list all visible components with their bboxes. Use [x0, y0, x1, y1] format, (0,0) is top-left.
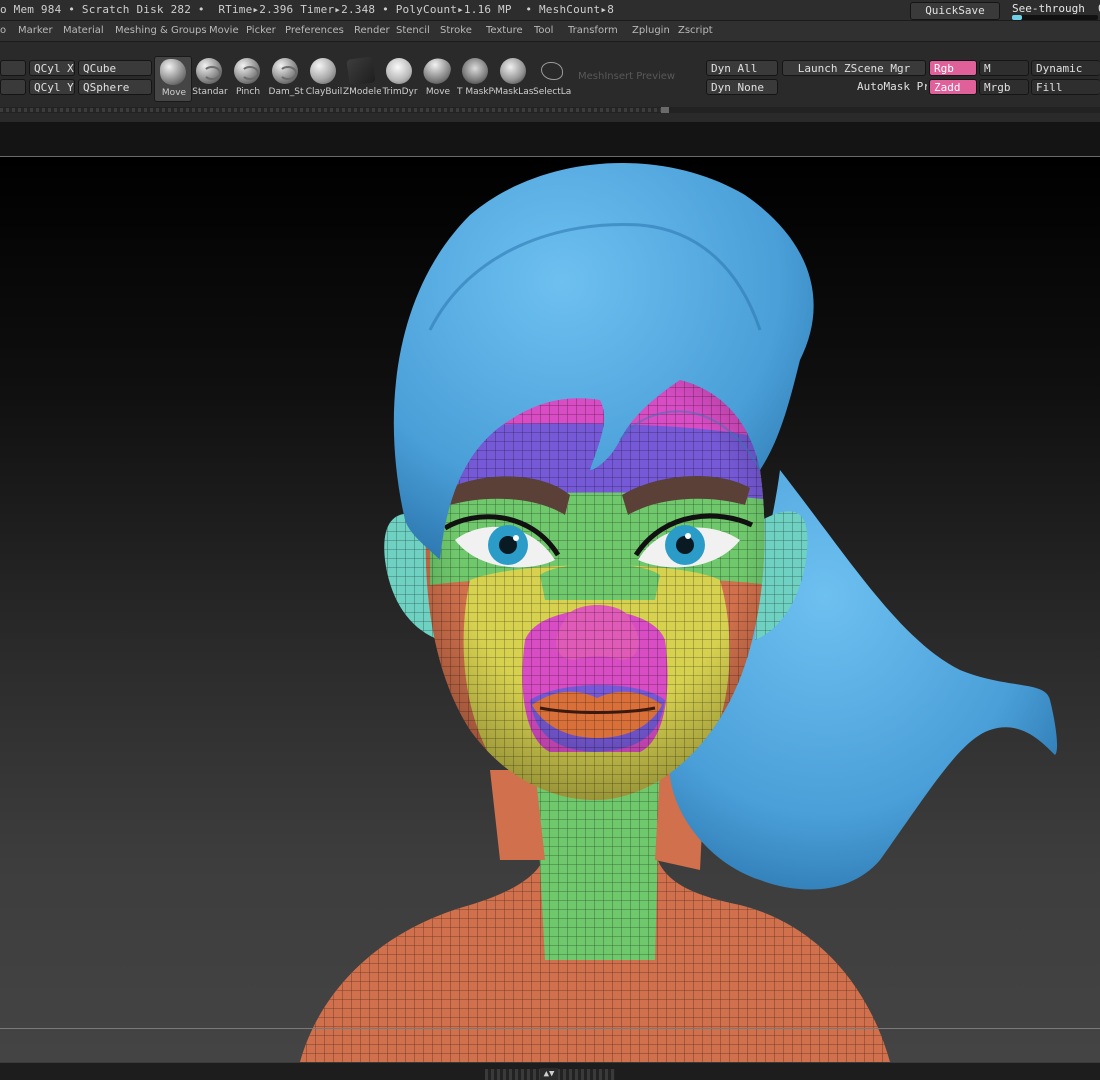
qcyl-x-button[interactable]: QCyl X	[29, 60, 75, 76]
menu-item-stencil[interactable]: Stencil	[396, 25, 430, 36]
menu-item-tool[interactable]: Tool	[534, 25, 553, 36]
brush-label: Dam_St	[268, 87, 304, 97]
brush-label: ClayBuil	[305, 87, 343, 97]
automask-label[interactable]: AutoMask Pr	[857, 80, 927, 93]
brush-label: ZModele	[343, 87, 381, 97]
lasso-icon	[541, 62, 563, 80]
menu-item-texture[interactable]: Texture	[486, 25, 523, 36]
menu-item-render[interactable]: Render	[354, 25, 390, 36]
claybuildup-brush-icon	[310, 58, 336, 84]
zadd-button[interactable]: Zadd	[929, 79, 977, 95]
menu-item-transform[interactable]: Transform	[568, 25, 618, 36]
brush-zmodeler[interactable]: ZModele	[343, 56, 381, 102]
launch-zscene-mgr-button[interactable]: Launch ZScene Mgr	[782, 60, 926, 76]
see-through-label: See-through	[1012, 2, 1085, 15]
qcyl-y-button[interactable]: QCyl Y	[29, 79, 75, 95]
brush-label: MaskLas	[495, 87, 533, 97]
top-shelf	[0, 122, 1100, 156]
pinch-brush-icon	[234, 58, 260, 84]
brush-label: T MaskPer	[457, 87, 495, 97]
menu-item-picker[interactable]: Picker	[246, 25, 276, 36]
bottom-tray: ▲▼	[0, 1062, 1100, 1080]
meshinsert-preview: MeshInsert Preview	[578, 71, 676, 82]
dam-standard-brush-icon	[272, 58, 298, 84]
toolbar-scroll-handle[interactable]	[661, 107, 669, 113]
left-button-top[interactable]	[0, 60, 26, 76]
toolbar-scrollbar[interactable]	[0, 107, 1100, 113]
brush-move-topological[interactable]: Move	[419, 54, 457, 102]
standard-brush-icon	[196, 58, 222, 84]
move-brush-icon	[160, 59, 186, 85]
brush-label: Move	[425, 87, 451, 97]
menu-item-stroke[interactable]: Stroke	[440, 25, 472, 36]
fill-button[interactable]: Fill	[1031, 79, 1100, 95]
menu-item-zscript[interactable]: Zscript	[678, 25, 713, 36]
status-bar: o Mem 984 • Scratch Disk 282 • RTime▸2.3…	[0, 0, 1100, 21]
dynamic-button[interactable]: Dynamic	[1031, 60, 1100, 76]
document-canvas[interactable]	[0, 157, 1100, 1062]
toolbar: QCyl X QCube QCyl Y QSphere Move Standar…	[0, 42, 1100, 122]
brush-standard[interactable]: Standar	[191, 56, 229, 102]
dyn-all-button[interactable]: Dyn All	[706, 60, 778, 76]
brush-dam-standard[interactable]: Dam_St	[267, 56, 305, 102]
menu-item-zplugin[interactable]: Zplugin	[632, 25, 670, 36]
left-button-bottom[interactable]	[0, 79, 26, 95]
trimdynamic-brush-icon	[386, 58, 412, 84]
dyn-none-button[interactable]: Dyn None	[706, 79, 778, 95]
head-model-viewport[interactable]	[0, 157, 1100, 1062]
zbrush-window: o Mem 984 • Scratch Disk 282 • RTime▸2.3…	[0, 0, 1100, 1080]
menu-bar: o Marker Material Meshing & Groups Movie…	[0, 21, 1100, 42]
brush-trimdynamic[interactable]: TrimDyr	[381, 56, 419, 102]
see-through-track[interactable]	[1012, 15, 1098, 20]
menu-item-material[interactable]: Material	[63, 25, 104, 36]
status-text: o Mem 984 • Scratch Disk 282 • RTime▸2.3…	[0, 3, 615, 16]
maskpen-brush-icon	[462, 58, 488, 84]
toolbar-scroll-track[interactable]	[0, 108, 668, 112]
mrgb-button[interactable]: Mrgb	[979, 79, 1029, 95]
see-through-slider[interactable]: See-through 0	[1012, 2, 1100, 20]
menu-item-preferences[interactable]: Preferences	[285, 25, 344, 36]
menu-item-meshing-groups[interactable]: Meshing & Groups	[115, 25, 207, 36]
brush-label: Move	[161, 88, 187, 98]
brush-claybuildup[interactable]: ClayBuil	[305, 56, 343, 102]
canvas-bottom-border	[0, 1028, 1100, 1029]
brush-maskpen[interactable]: T MaskPer	[457, 56, 495, 102]
zmodeler-brush-icon	[346, 56, 376, 86]
brush-pinch[interactable]: Pinch	[229, 56, 267, 102]
expand-arrows-icon[interactable]: ▲▼	[540, 1068, 558, 1080]
see-through-thumb[interactable]	[1012, 15, 1022, 20]
masklasso-brush-icon	[500, 58, 526, 84]
brush-label: SelectLa	[533, 87, 571, 97]
brush-label: Standar	[192, 87, 228, 97]
menu-item-marker[interactable]: Marker	[18, 25, 53, 36]
brush-label: TrimDyr	[382, 87, 418, 97]
brush-masklasso[interactable]: MaskLas	[495, 56, 533, 102]
menu-item-movie[interactable]: Movie	[209, 25, 239, 36]
m-button[interactable]: M	[979, 60, 1029, 76]
menu-item-o[interactable]: o	[0, 25, 6, 36]
move-topological-brush-icon	[420, 54, 454, 88]
brush-label: Pinch	[235, 87, 261, 97]
brush-move-selected[interactable]: Move	[154, 56, 192, 102]
qsphere-button[interactable]: QSphere	[78, 79, 152, 95]
qcube-button[interactable]: QCube	[78, 60, 152, 76]
rgb-button[interactable]: Rgb	[929, 60, 977, 76]
brush-selectlasso[interactable]: SelectLa	[533, 56, 571, 102]
quicksave-button[interactable]: QuickSave	[910, 2, 1000, 20]
